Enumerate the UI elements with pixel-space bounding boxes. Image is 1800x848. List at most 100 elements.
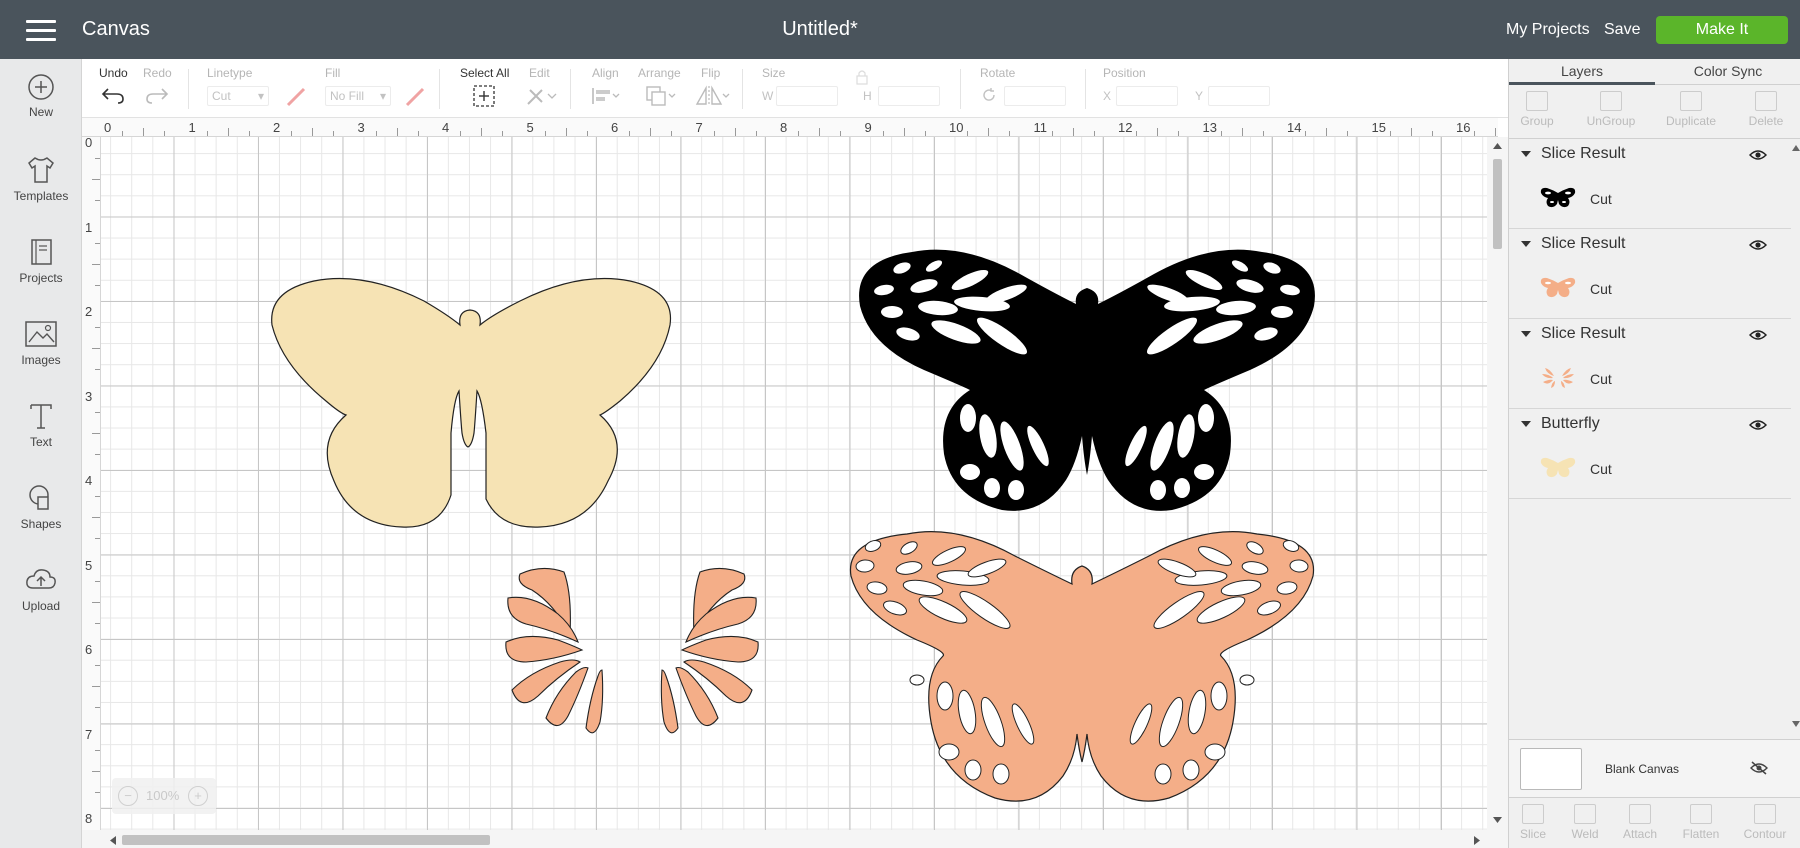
scroll-down-arrow-icon[interactable] — [1792, 721, 1800, 727]
ruler-tick-label: 10 — [949, 120, 964, 135]
fill-select[interactable]: No Fill ▾ — [325, 86, 391, 106]
horizontal-scrollbar[interactable] — [82, 830, 1508, 848]
slice-piece[interactable] — [585, 669, 604, 734]
zoom-in-button[interactable]: + — [188, 786, 208, 806]
group-icon — [1526, 91, 1548, 111]
linetype-select[interactable]: Cut ▾ — [207, 86, 269, 106]
edit-tools-icon[interactable] — [524, 84, 558, 108]
caret-down-icon[interactable] — [1521, 421, 1531, 427]
eye-hidden-icon[interactable] — [1749, 760, 1769, 776]
weld-button[interactable]: Weld — [1557, 804, 1613, 841]
ruler-tick-label: 9 — [864, 120, 872, 135]
butterfly-peach-shape[interactable] — [837, 526, 1327, 816]
arrange-icon[interactable] — [644, 84, 678, 108]
left-sidebar: New Templates Projects Images Text Shape… — [0, 59, 82, 848]
caret-down-icon[interactable] — [1521, 331, 1531, 337]
sidebar-item-text[interactable]: Text — [0, 401, 82, 449]
sidebar-item-images[interactable]: Images — [0, 319, 82, 367]
blank-canvas-row[interactable]: Blank Canvas — [1509, 739, 1800, 797]
eye-icon[interactable] — [1749, 239, 1767, 251]
ruler-tick-label: 5 — [526, 120, 534, 135]
ruler-tick — [650, 128, 652, 136]
sidebar-item-shapes[interactable]: Shapes — [0, 483, 82, 531]
scroll-left-arrow-icon[interactable] — [110, 836, 116, 845]
eye-icon[interactable] — [1749, 419, 1767, 431]
slice-button[interactable]: Slice — [1505, 804, 1561, 841]
slice-piece[interactable] — [680, 635, 759, 663]
rotate-input[interactable] — [1004, 86, 1066, 106]
wing-cutout — [1150, 480, 1166, 500]
duplicate-button[interactable]: Duplicate — [1656, 91, 1726, 128]
delete-button[interactable]: Delete — [1731, 91, 1800, 128]
scrollbar-thumb[interactable] — [122, 835, 490, 845]
scroll-down-arrow-icon[interactable] — [1493, 817, 1502, 823]
layer-item[interactable]: Slice Result Cut — [1509, 319, 1791, 409]
scroll-right-arrow-icon[interactable] — [1474, 836, 1480, 845]
size-label: Size — [762, 66, 786, 80]
sidebar-item-upload[interactable]: Upload — [0, 565, 82, 613]
ruler-tick — [840, 131, 842, 136]
scrollbar-thumb[interactable] — [1493, 159, 1502, 249]
ruler-tick — [92, 179, 100, 181]
slice-label: Slice — [1519, 827, 1546, 841]
design-canvas[interactable]: 0 1 2 3 4 5 6 7 8 9 10 11 12 13 14 15 16 012345678 — [82, 118, 1518, 848]
zoom-out-button[interactable]: − — [118, 786, 138, 806]
undo-icon[interactable] — [100, 84, 126, 106]
select-all-icon[interactable] — [472, 84, 496, 108]
ruler-tick — [1220, 131, 1222, 136]
ruler-tick — [333, 131, 335, 136]
scroll-up-arrow-icon[interactable] — [1493, 143, 1502, 149]
layer-item[interactable]: Slice Result Cut — [1509, 229, 1791, 319]
tab-color-sync[interactable]: Color Sync — [1655, 63, 1800, 79]
y-position-input[interactable] — [1208, 86, 1270, 106]
flatten-icon — [1690, 804, 1712, 824]
ungroup-button[interactable]: UnGroup — [1576, 91, 1646, 128]
save-button[interactable]: Save — [1604, 21, 1640, 39]
my-projects-link[interactable]: My Projects — [1506, 21, 1590, 39]
ruler-tick-label: 8 — [780, 120, 788, 135]
butterfly-cream-shape[interactable] — [230, 263, 720, 533]
redo-icon[interactable] — [144, 84, 170, 106]
ruler-tick — [819, 128, 821, 136]
ruler-tick — [92, 601, 100, 603]
group-button[interactable]: Group — [1502, 91, 1572, 128]
sidebar-item-templates[interactable]: Templates — [0, 155, 82, 203]
x-position-input[interactable] — [1116, 86, 1178, 106]
sidebar-item-new[interactable]: New — [0, 73, 82, 119]
flip-icon[interactable] — [694, 84, 730, 108]
layer-item[interactable]: Butterfly Cut — [1509, 409, 1791, 499]
linetype-color-swatch-icon[interactable] — [285, 86, 307, 108]
butterfly-slice-pieces-shape[interactable] — [502, 564, 762, 739]
ruler-tick — [1241, 128, 1243, 136]
flatten-button[interactable]: Flatten — [1673, 804, 1729, 841]
lock-icon[interactable] — [855, 69, 869, 85]
chevron-down-icon: ▾ — [257, 89, 264, 103]
caret-down-icon[interactable] — [1521, 151, 1531, 157]
scroll-up-arrow-icon[interactable] — [1792, 145, 1800, 151]
attach-button[interactable]: Attach — [1612, 804, 1668, 841]
layer-item[interactable]: Slice Result Cut — [1509, 139, 1791, 229]
height-input[interactable] — [878, 86, 940, 106]
sidebar-item-projects[interactable]: Projects — [0, 237, 82, 285]
layers-scrollbar[interactable] — [1791, 139, 1800, 735]
tab-layers[interactable]: Layers — [1509, 63, 1655, 85]
caret-down-icon[interactable] — [1521, 241, 1531, 247]
align-icon[interactable] — [590, 84, 622, 108]
contour-button[interactable]: Contour — [1737, 804, 1793, 841]
eye-icon[interactable] — [1749, 149, 1767, 161]
slice-piece[interactable] — [505, 635, 584, 663]
sidebar-item-label: Upload — [21, 599, 61, 613]
butterfly-black-shape[interactable] — [842, 240, 1332, 530]
ruler-tick — [92, 770, 100, 772]
slice-piece[interactable] — [660, 669, 679, 734]
vertical-scrollbar[interactable] — [1487, 137, 1508, 830]
fill-color-swatch-icon[interactable] — [404, 86, 426, 108]
width-input[interactable] — [776, 86, 838, 106]
make-it-button[interactable]: Make It — [1656, 16, 1788, 44]
linetype-label: Linetype — [207, 66, 253, 80]
wing-cutout — [881, 306, 903, 318]
eye-icon[interactable] — [1749, 329, 1767, 341]
toolbar-divider — [960, 69, 961, 109]
zoom-level: 100% — [146, 788, 180, 803]
canvas-color-swatch[interactable] — [1520, 748, 1582, 790]
